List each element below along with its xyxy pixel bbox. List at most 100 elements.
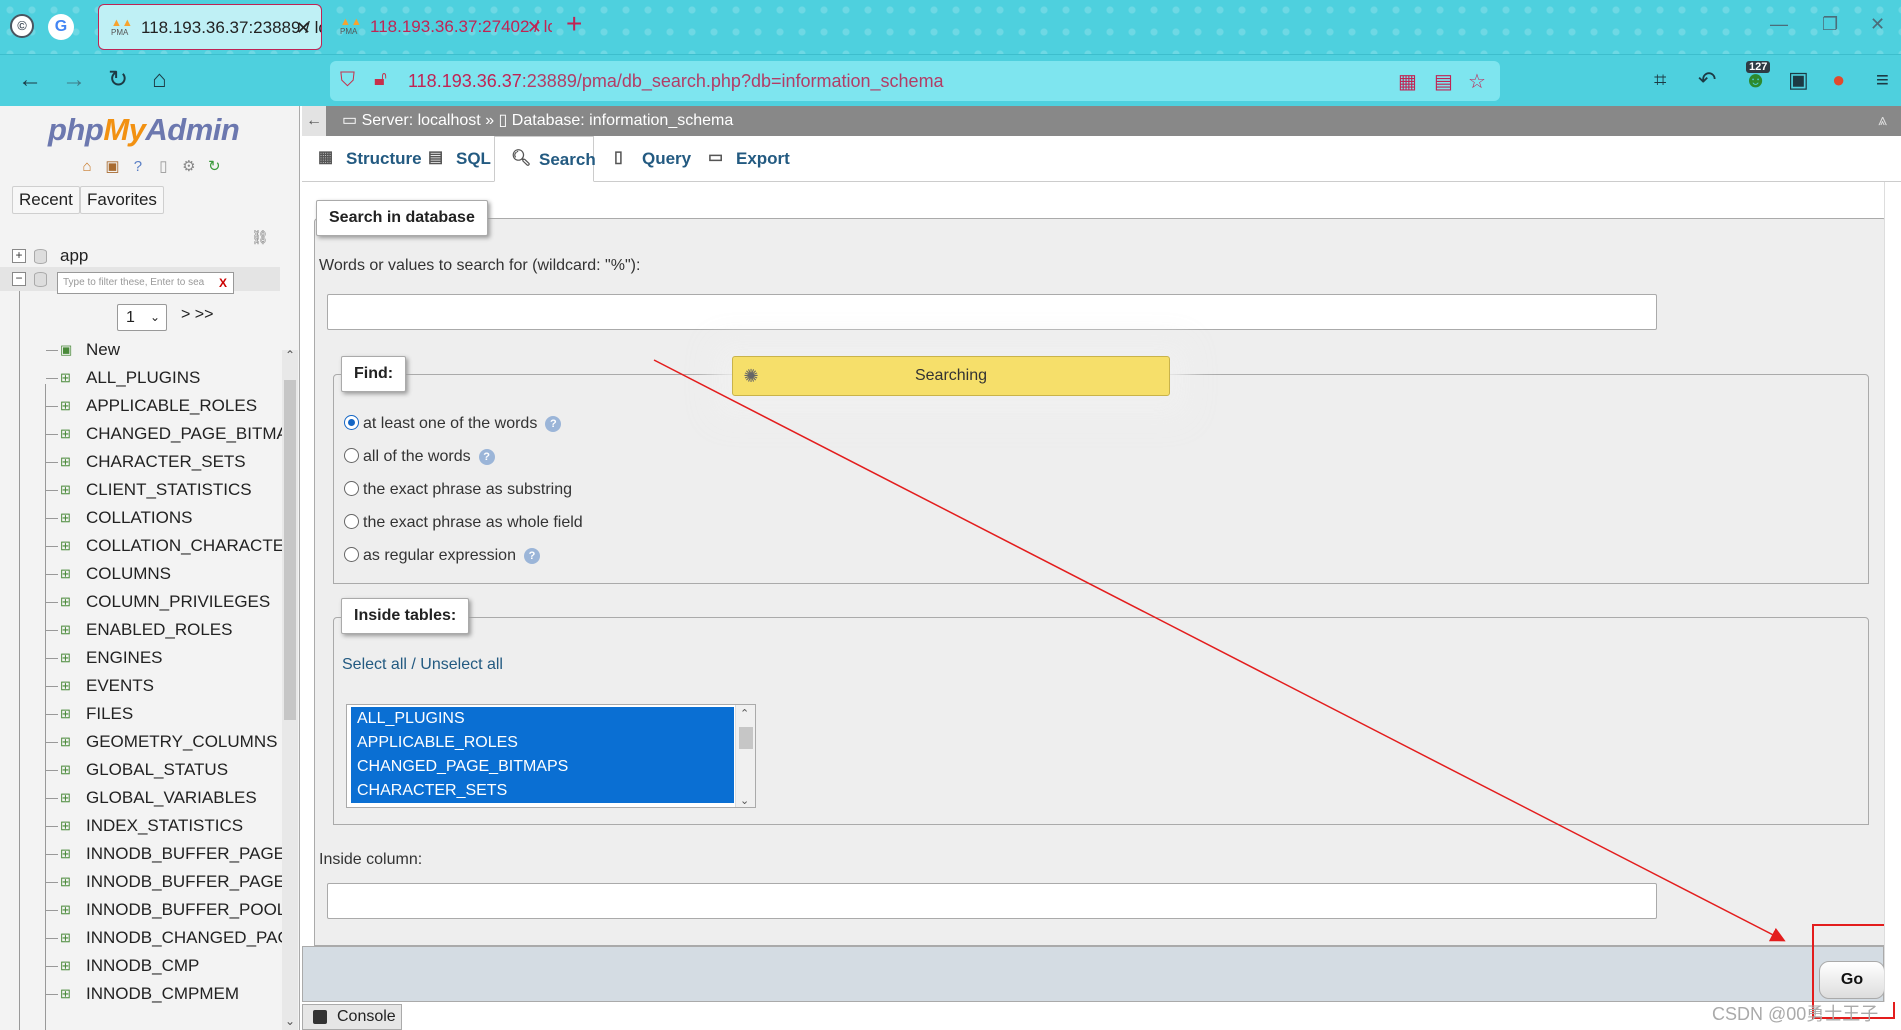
select-scrollbar[interactable]: ⌃ ⌄ xyxy=(735,705,755,807)
table-icon[interactable]: ⊞ xyxy=(60,371,76,385)
console-button[interactable]: Console xyxy=(302,1004,402,1030)
table-icon[interactable]: ⊞ xyxy=(60,427,76,441)
table-option[interactable]: ALL_PLUGINS xyxy=(351,707,734,731)
chevron-down-icon[interactable]: ⌄ xyxy=(285,1014,295,1028)
breadcrumb-server[interactable]: Server: localhost xyxy=(362,112,481,129)
tree-item-label[interactable]: INNODB_CMPMEM xyxy=(86,982,239,1006)
tree-item-label[interactable]: INNODB_BUFFER_PAGE_ xyxy=(86,870,294,894)
scrollbar-thumb[interactable] xyxy=(284,380,296,720)
tree-item-label[interactable]: INDEX_STATISTICS xyxy=(86,814,243,838)
scrollbar-thumb[interactable] xyxy=(739,727,753,749)
table-icon[interactable]: ⊞ xyxy=(60,847,76,861)
new-tab-button[interactable]: + xyxy=(566,8,582,40)
unselect-all-link[interactable]: Unselect all xyxy=(420,656,503,673)
table-icon[interactable]: ⊞ xyxy=(60,903,76,917)
forward-icon[interactable]: → xyxy=(62,67,86,93)
tab-structure[interactable]: ▦ Structure xyxy=(302,136,422,182)
screenshot-icon[interactable]: ▣ xyxy=(1788,67,1809,93)
tab-sql[interactable]: ▤ SQL xyxy=(412,136,491,182)
option-at-least-one[interactable]: at least one of the words? xyxy=(344,413,562,435)
table-icon[interactable]: ⊞ xyxy=(60,819,76,833)
table-icon[interactable]: ⊞ xyxy=(60,455,76,469)
tree-item-label[interactable]: INNODB_CMP xyxy=(86,954,199,978)
tree-item-label[interactable]: COLUMNS xyxy=(86,562,171,586)
tree-item-label[interactable]: GEOMETRY_COLUMNS xyxy=(86,730,277,754)
address-bar[interactable]: ⛉ 🔓︎ 118.193.36.37:23889/pma/db_search.p… xyxy=(330,61,1500,101)
firefox-account-icon[interactable]: © xyxy=(10,14,34,38)
tab-search[interactable]: 🔍︎ Search xyxy=(494,136,596,182)
close-tab-icon[interactable]: ✕ xyxy=(527,4,542,50)
table-icon[interactable]: ⊞ xyxy=(60,875,76,889)
table-icon[interactable]: ⊞ xyxy=(60,567,76,581)
close-window-icon[interactable]: ✕ xyxy=(1870,14,1885,35)
restore-icon[interactable]: ❐ xyxy=(1822,14,1838,35)
radio-button[interactable] xyxy=(344,481,359,497)
tree-item-label[interactable]: ALL_PLUGINS xyxy=(86,366,200,390)
browser-tab-active[interactable]: ▲▲PMA 118.193.36.37:23889 / localh ✕ xyxy=(98,4,322,50)
table-icon[interactable]: ⊞ xyxy=(60,959,76,973)
table-icon[interactable]: ⊞ xyxy=(60,931,76,945)
tree-item-label[interactable]: GLOBAL_STATUS xyxy=(86,758,228,782)
radio-button[interactable] xyxy=(344,514,359,530)
table-icon[interactable]: ⊞ xyxy=(60,791,76,805)
close-tab-icon[interactable]: ✕ xyxy=(296,5,311,49)
reload-icon[interactable]: ↻ xyxy=(108,67,128,93)
tree-item-label[interactable]: FILES xyxy=(86,702,133,726)
tree-item-label[interactable]: INNODB_CHANGED_PAG xyxy=(86,926,291,950)
bookmark-star-icon[interactable]: ☆ xyxy=(1468,69,1486,94)
table-icon[interactable]: ⊞ xyxy=(60,539,76,553)
option-all-words[interactable]: all of the words? xyxy=(344,446,495,468)
collapse-top-icon[interactable]: ⩓ xyxy=(1878,106,1887,136)
content-scrollbar[interactable] xyxy=(1884,182,1901,1002)
reader-view-icon[interactable]: ▤ xyxy=(1434,69,1453,94)
tab-query[interactable]: ▯ Query xyxy=(598,136,691,182)
table-icon[interactable]: ⊞ xyxy=(60,623,76,637)
tab-export[interactable]: ▭ Export xyxy=(692,136,796,182)
undo-icon[interactable]: ↶ xyxy=(1698,67,1716,93)
color-extension-icon[interactable]: ● xyxy=(1832,67,1845,93)
tree-item-label[interactable]: ENGINES xyxy=(86,646,163,670)
chevron-up-icon[interactable]: ⌃ xyxy=(740,707,749,720)
chevron-up-icon[interactable]: ⌃ xyxy=(285,348,295,362)
home-icon[interactable]: ⌂ xyxy=(152,67,167,93)
tree-item-label[interactable]: ENABLED_ROLES xyxy=(86,618,232,642)
tree-item-label[interactable]: CLIENT_STATISTICS xyxy=(86,478,252,502)
new-table-icon[interactable]: ▣ xyxy=(60,343,76,357)
tree-item-label[interactable]: INNODB_BUFFER_PAGE xyxy=(86,842,285,866)
back-icon[interactable]: ← xyxy=(18,67,42,93)
option-regex[interactable]: as regular expression? xyxy=(344,545,540,567)
table-icon[interactable]: ⊞ xyxy=(60,707,76,721)
shield-icon[interactable]: ⛉ xyxy=(340,69,355,92)
tree-item-label[interactable]: COLUMN_PRIVILEGES xyxy=(86,590,270,614)
google-icon[interactable]: G xyxy=(48,14,74,40)
table-icon[interactable]: ⊞ xyxy=(60,763,76,777)
tree-item-label[interactable]: CHANGED_PAGE_BITMA xyxy=(86,422,288,446)
tables-multiselect[interactable]: ALL_PLUGINS APPLICABLE_ROLES CHANGED_PAG… xyxy=(346,704,756,808)
qr-code-icon[interactable]: ▦ xyxy=(1398,69,1417,94)
crop-icon[interactable]: ⌗ xyxy=(1654,67,1666,93)
select-all-link[interactable]: Select all xyxy=(342,656,407,673)
tree-item-label[interactable]: GLOBAL_VARIABLES xyxy=(86,786,257,810)
tree-item-label[interactable]: INNODB_BUFFER_POOL xyxy=(86,898,286,922)
table-option[interactable]: CHANGED_PAGE_BITMAPS xyxy=(351,755,734,779)
chevron-down-icon[interactable]: ⌄ xyxy=(740,794,749,807)
minimize-icon[interactable]: — xyxy=(1770,14,1788,35)
table-option[interactable]: CHARACTER_SETS xyxy=(351,779,734,803)
words-input[interactable] xyxy=(327,294,1657,330)
browser-tab[interactable]: ▲▲PMA 118.193.36.37:27402 / localh ✕ xyxy=(328,4,552,50)
insecure-lock-icon[interactable]: 🔓︎ xyxy=(374,68,387,91)
table-option[interactable]: APPLICABLE_ROLES xyxy=(351,731,734,755)
tree-item-label[interactable]: New xyxy=(86,338,120,362)
menu-icon[interactable]: ≡ xyxy=(1876,67,1889,93)
help-icon[interactable]: ? xyxy=(478,448,495,465)
tree-item-label[interactable]: APPLICABLE_ROLES xyxy=(86,394,257,418)
option-exact-substring[interactable]: the exact phrase as substring xyxy=(344,479,572,501)
table-icon[interactable]: ⊞ xyxy=(60,987,76,1001)
breadcrumb-database[interactable]: Database: information_schema xyxy=(512,112,733,129)
help-icon[interactable]: ? xyxy=(545,415,562,432)
tree-item-label[interactable]: EVENTS xyxy=(86,674,154,698)
table-icon[interactable]: ⊞ xyxy=(60,483,76,497)
table-icon[interactable]: ⊞ xyxy=(60,651,76,665)
table-icon[interactable]: ⊞ xyxy=(60,511,76,525)
help-icon[interactable]: ? xyxy=(523,547,540,564)
